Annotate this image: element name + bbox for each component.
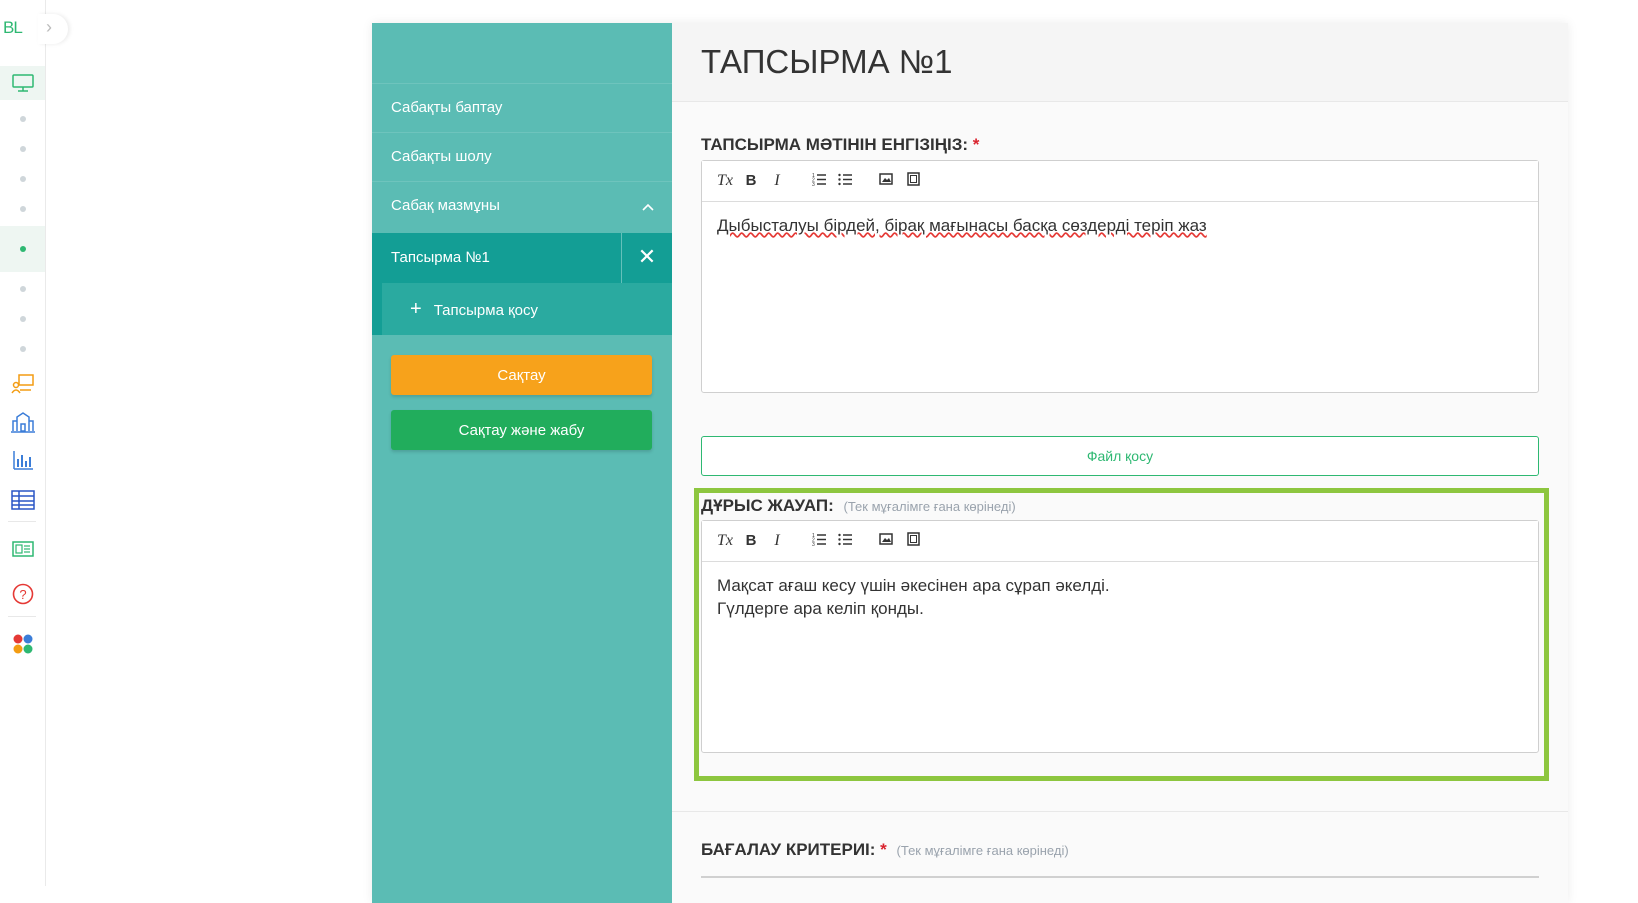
- apps-icon: [13, 634, 32, 654]
- rail-divider: [8, 521, 36, 522]
- add-task-button[interactable]: + Тапсырма қосу: [372, 283, 672, 335]
- rail-step-4[interactable]: [0, 202, 45, 216]
- answer-editor[interactable]: Tx B I 123 Мақсат ағаш кесу үшін әкесіне…: [701, 520, 1539, 753]
- required-mark: *: [880, 840, 887, 859]
- section-divider: [672, 811, 1568, 812]
- rail-apps[interactable]: [0, 630, 45, 658]
- sidebar-item-lesson-settings[interactable]: Сабақты баптау: [372, 83, 672, 131]
- rail-monitor[interactable]: [0, 66, 45, 100]
- rail-help[interactable]: ?: [0, 580, 45, 608]
- table-icon: [10, 490, 35, 510]
- required-mark: *: [972, 135, 980, 154]
- italic-icon[interactable]: I: [768, 532, 786, 550]
- bar-chart-icon: [12, 451, 33, 470]
- editor-toolbar: Tx B I 123: [702, 521, 1538, 562]
- image-icon[interactable]: [877, 172, 895, 189]
- criteria-label: БАҒАЛАУ КРИТЕРИІ: * (Тек мұғалімге ғана …: [701, 840, 1069, 860]
- rail-classroom[interactable]: [0, 370, 45, 398]
- answer-content[interactable]: Мақсат ағаш кесу үшін әкесінен ара сұрап…: [702, 562, 1538, 632]
- page-title: ТАПСЫРМА №1: [701, 43, 953, 80]
- school-icon: [10, 412, 35, 433]
- save-button[interactable]: Сақтау: [391, 355, 652, 395]
- chevron-right-icon: ›: [46, 17, 52, 37]
- task-text-label-text: ТАПСЫРМА МӘТІНІН ЕНГІЗІҢІЗ:: [701, 135, 969, 154]
- rail-step-3[interactable]: [0, 172, 45, 186]
- rail-step-6[interactable]: [0, 282, 45, 296]
- sidebar-item-label: Сабақ мазмұны: [391, 197, 500, 214]
- rail-school[interactable]: [0, 408, 45, 436]
- numbered-list-icon[interactable]: 123: [810, 532, 828, 550]
- answer-line-1: Мақсат ағаш кесу үшін әкесінен ара сұрап…: [717, 576, 1110, 595]
- step-dot: [19, 206, 26, 212]
- criteria-editor-top-edge: [701, 876, 1539, 878]
- news-icon: [11, 541, 34, 557]
- sidebar-item-task-1[interactable]: Тапсырма №1 ✕: [372, 233, 672, 283]
- add-file-button[interactable]: Файл қосу: [701, 436, 1539, 476]
- numbered-list-icon[interactable]: 123: [810, 172, 828, 190]
- clear-format-icon[interactable]: Tx: [716, 172, 734, 190]
- svg-text:3: 3: [812, 182, 815, 186]
- brand: BL ›: [0, 14, 70, 44]
- classroom-icon: [10, 374, 34, 394]
- rail-news[interactable]: [0, 536, 45, 562]
- rail-step-5-active[interactable]: [0, 226, 45, 272]
- image-icon[interactable]: [877, 532, 895, 549]
- page-header: ТАПСЫРМА №1: [672, 23, 1568, 102]
- teacher-only-hint: (Тек мұғалімге ғана көрінеді): [896, 843, 1069, 858]
- rail-step-2[interactable]: [0, 142, 45, 156]
- help-icon: ?: [12, 583, 33, 605]
- sidebar-item-label: Тапсырма №1: [391, 249, 490, 266]
- italic-icon[interactable]: I: [768, 172, 786, 190]
- step-dot: [19, 316, 26, 322]
- sidebar-item-label: Сабақты шолу: [391, 148, 492, 165]
- video-icon[interactable]: [904, 172, 922, 190]
- svg-text:3: 3: [812, 542, 815, 546]
- task-text-editor[interactable]: Tx B I 123 Дыбысталуы бірдей, бірақ мағы…: [701, 160, 1539, 393]
- lesson-sidebar: Сабақты баптау Сабақты шолу Сабақ мазмұн…: [372, 23, 672, 903]
- video-icon[interactable]: [904, 532, 922, 550]
- monitor-icon: [11, 74, 34, 92]
- expand-rail-button[interactable]: ›: [38, 14, 68, 44]
- criteria-label-text: БАҒАЛАУ КРИТЕРИІ:: [701, 840, 876, 859]
- brand-logo: BL: [3, 18, 23, 37]
- svg-text:?: ?: [19, 587, 26, 602]
- rail-step-7[interactable]: [0, 312, 45, 326]
- step-dot: [19, 346, 26, 352]
- rail-table[interactable]: [0, 486, 45, 514]
- rail-stats[interactable]: [0, 446, 45, 474]
- answer-line-2: Гүлдерге ара келіп қонды.: [717, 599, 924, 618]
- bold-icon[interactable]: B: [742, 172, 760, 189]
- bullet-list-icon[interactable]: [836, 532, 854, 550]
- bullet-list-icon[interactable]: [836, 172, 854, 190]
- close-icon[interactable]: ✕: [621, 233, 672, 283]
- task-text-label: ТАПСЫРМА МӘТІНІН ЕНГІЗІҢІЗ: *: [701, 135, 979, 155]
- rail-step-8[interactable]: [0, 342, 45, 356]
- left-rail: BL › ?: [0, 0, 68, 886]
- sidebar-item-lesson-preview[interactable]: Сабақты шолу: [372, 132, 672, 180]
- sidebar-item-lesson-content[interactable]: Сабақ мазмұны: [372, 181, 672, 229]
- task-content: ТАПСЫРМА №1 ТАПСЫРМА МӘТІНІН ЕНГІЗІҢІЗ: …: [672, 23, 1568, 903]
- step-dot: [19, 116, 26, 122]
- editor-toolbar: Tx B I 123: [702, 161, 1538, 202]
- task-text-value: Дыбысталуы бірдей, бірақ мағынасы басқа …: [717, 216, 1207, 235]
- task-text-content[interactable]: Дыбысталуы бірдей, бірақ мағынасы басқа …: [702, 202, 1538, 249]
- add-task-label: Тапсырма қосу: [433, 302, 538, 319]
- rail-divider: [8, 616, 36, 617]
- save-and-close-button[interactable]: Сақтау және жабу: [391, 410, 652, 450]
- plus-icon: +: [410, 298, 422, 320]
- teacher-only-hint: (Тек мұғалімге ғана көрінеді): [843, 499, 1016, 514]
- step-dot: [19, 146, 26, 152]
- rail-step-1[interactable]: [0, 112, 45, 126]
- step-dot-active: [19, 246, 26, 252]
- bold-icon[interactable]: B: [742, 532, 760, 549]
- sidebar-item-label: Сабақты баптау: [391, 99, 503, 116]
- lesson-editor-card: Сабақты баптау Сабақты шолу Сабақ мазмұн…: [372, 23, 1568, 903]
- step-dot: [19, 176, 26, 182]
- chevron-up-icon: [642, 182, 654, 230]
- clear-format-icon[interactable]: Tx: [716, 532, 734, 550]
- answer-label: ДҰРЫС ЖАУАП: (Тек мұғалімге ғана көрінед…: [701, 496, 1016, 516]
- answer-label-text: ДҰРЫС ЖАУАП:: [701, 496, 834, 515]
- step-dot: [19, 286, 26, 292]
